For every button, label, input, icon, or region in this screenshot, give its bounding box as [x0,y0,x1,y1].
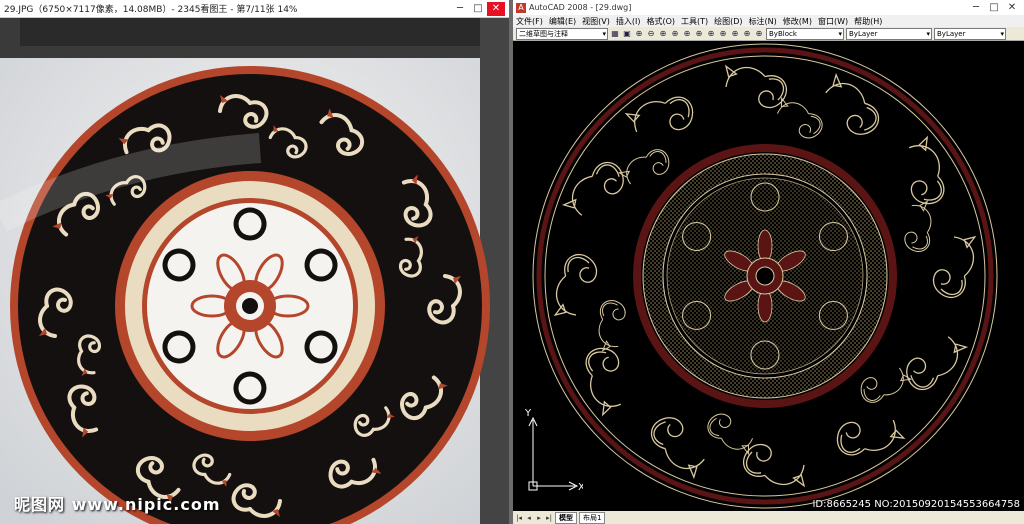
zoom-object-icon[interactable]: ⊕ [730,29,740,39]
zoom-in-icon[interactable]: ⊕ [634,29,644,39]
workspace-settings-icon[interactable]: ▦ [610,29,620,39]
pan-icon[interactable]: ⊕ [718,29,728,39]
menu-format[interactable]: 格式(O) [646,16,675,27]
menu-modify[interactable]: 修改(M) [783,16,812,27]
menu-edit[interactable]: 编辑(E) [549,16,576,27]
autocad-title: AutoCAD 2008 - [29.dwg] [529,3,632,12]
autocad-titlebar: A AutoCAD 2008 - [29.dwg] ─ □ ✕ [513,0,1024,15]
minimize-icon[interactable]: ─ [967,1,985,15]
menu-window[interactable]: 窗口(W) [818,16,848,27]
drawing-canvas[interactable] [513,41,1024,511]
tab-model[interactable]: 模型 [555,511,577,524]
viewer-title: 29.JPG（6750×7117像素，14.08MB）- 2345看图王 - 第… [4,5,298,15]
workspace-select[interactable]: 二维草图与注释 [516,27,608,40]
close-icon[interactable]: ✕ [487,1,505,16]
tab-last-icon[interactable]: ▸| [545,514,553,522]
tab-layout1[interactable]: 布局1 [579,511,606,524]
marble-medallion-photo [0,18,509,524]
minimize-icon[interactable]: ─ [451,2,469,16]
menu-file[interactable]: 文件(F) [516,16,543,27]
zoom-realtime-icon[interactable]: ⊕ [706,29,716,39]
zoom-all-icon[interactable]: ⊕ [694,29,704,39]
tab-next-icon[interactable]: ▸ [535,514,543,522]
tab-prev-icon[interactable]: ◂ [525,514,533,522]
maximize-icon[interactable]: □ [469,2,487,16]
image-id-watermark: ID:8665245 NO:20150920154553664758 [812,499,1020,510]
autocad-logo-icon: A [516,2,526,13]
ucs-y-label: Y [524,408,532,419]
color-select[interactable]: ByBlock [766,27,844,40]
layout-tabs: |◂ ◂ ▸ ▸| 模型 布局1 [513,511,1024,524]
properties-toolbar: 二维草图与注释 ▦ ▣ ⊕ ⊖ ⊕ ⊕ ⊕ ⊕ ⊕ ⊕ ⊕ ⊕ ⊕ ByBloc… [513,27,1024,41]
zoom-extents-icon[interactable]: ⊕ [670,29,680,39]
zoom-out-icon[interactable]: ⊖ [646,29,656,39]
menu-help[interactable]: 帮助(H) [854,16,882,27]
layer-prev-icon[interactable]: ⊕ [754,29,764,39]
linetype-select[interactable]: ByLayer [846,27,932,40]
zoom-window-icon[interactable]: ⊕ [658,29,668,39]
menu-view[interactable]: 视图(V) [582,16,610,27]
ucs-x-label: X [578,482,583,493]
menu-bar: 文件(F) 编辑(E) 视图(V) 插入(I) 格式(O) 工具(T) 绘图(D… [513,15,1024,27]
menu-tools[interactable]: 工具(T) [681,16,708,27]
autocad-window: A AutoCAD 2008 - [29.dwg] ─ □ ✕ 文件(F) 编辑… [513,0,1024,524]
viewer-titlebar: 29.JPG（6750×7117像素，14.08MB）- 2345看图王 - 第… [0,0,509,18]
toolbar-icon[interactable]: ▣ [622,29,632,39]
close-icon[interactable]: ✕ [1003,1,1021,15]
layer-icon[interactable]: ⊕ [742,29,752,39]
lineweight-select[interactable]: ByLayer [934,27,1006,40]
zoom-previous-icon[interactable]: ⊕ [682,29,692,39]
menu-draw[interactable]: 绘图(D) [714,16,742,27]
tab-first-icon[interactable]: |◂ [515,514,523,522]
menu-insert[interactable]: 插入(I) [616,16,641,27]
ucs-icon: Y X [524,408,583,493]
watermark: 昵图网 www.nipic.com [14,495,221,514]
menu-dimension[interactable]: 标注(N) [749,16,777,27]
maximize-icon[interactable]: □ [985,1,1003,15]
image-viewer-window: 29.JPG（6750×7117像素，14.08MB）- 2345看图王 - 第… [0,0,509,524]
